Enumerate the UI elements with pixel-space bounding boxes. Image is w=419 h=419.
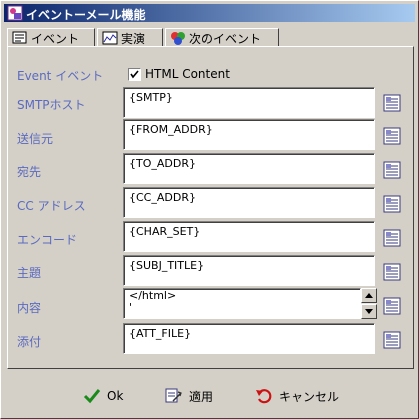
ok-button[interactable]: Ok <box>83 384 123 408</box>
encoding-edit-icon[interactable] <box>382 228 402 248</box>
encoding-label: エンコード <box>17 233 78 247</box>
tab-event[interactable]: イベント <box>7 28 95 47</box>
cc-label: CC アドレス <box>17 199 86 213</box>
apply-icon <box>165 388 182 403</box>
event-tab-icon <box>12 31 27 44</box>
apply-label: 適用 <box>189 389 214 404</box>
to-edit-icon[interactable] <box>382 160 402 180</box>
tab-demo[interactable]: 実演 <box>97 28 163 47</box>
tab-next-event[interactable]: 次のイベント <box>165 28 279 47</box>
smtp-host-label: SMTPホスト <box>17 98 86 112</box>
tab-demo-label: 実演 <box>121 31 146 46</box>
to-field[interactable]: {TO_ADDR} <box>123 153 375 184</box>
content-field[interactable]: </html> ' <box>123 288 361 319</box>
cc-edit-icon[interactable] <box>382 194 402 214</box>
tab-next-event-label: 次のイベント <box>189 31 262 46</box>
title-bar[interactable]: イベントーメール機能 <box>4 4 415 22</box>
cancel-button[interactable]: キャンセル <box>255 384 339 408</box>
subject-edit-icon[interactable] <box>382 262 402 282</box>
undo-arrow-icon <box>256 389 272 404</box>
subject-label: 主題 <box>17 266 42 280</box>
html-content-checkbox[interactable] <box>128 67 141 81</box>
content-label: 内容 <box>17 301 42 315</box>
from-label: 送信元 <box>17 132 54 146</box>
scroll-down-button[interactable] <box>361 304 377 319</box>
from-field[interactable]: {FROM_ADDR} <box>123 119 375 150</box>
attach-label: 添付 <box>17 335 42 349</box>
subject-field[interactable]: {SUBJ_TITLE} <box>123 255 375 286</box>
attach-edit-icon[interactable] <box>382 330 402 350</box>
cc-field[interactable]: {CC_ADDR} <box>123 187 375 218</box>
content-edit-icon[interactable] <box>382 296 402 316</box>
checkmark-icon <box>130 69 139 78</box>
smtp-host-field[interactable]: {SMTP} <box>123 87 375 118</box>
encoding-field[interactable]: {CHAR_SET} <box>123 221 375 252</box>
attach-field[interactable]: {ATT_FILE} <box>123 323 375 354</box>
arrow-up-icon <box>365 293 373 298</box>
window-title: イベントーメール機能 <box>26 8 146 22</box>
scroll-up-button[interactable] <box>361 288 377 303</box>
content-scrollbar[interactable] <box>361 288 377 319</box>
cancel-label: キャンセル <box>279 389 340 404</box>
arrow-down-icon <box>365 309 373 314</box>
event-label: Event イベント <box>17 69 104 83</box>
event-mail-dialog: イベントーメール機能 イベント 実演 次のイベント Event イベント HTM… <box>0 0 419 419</box>
from-edit-icon[interactable] <box>382 126 402 146</box>
html-content-label: HTML Content <box>145 67 230 81</box>
to-label: 宛先 <box>17 165 42 179</box>
check-icon <box>83 389 101 404</box>
next-event-tab-icon <box>171 32 185 45</box>
demo-tab-icon <box>102 31 118 45</box>
tab-strip: イベント 実演 次のイベント <box>7 28 415 47</box>
app-icon <box>7 5 23 21</box>
smtp-host-edit-icon[interactable] <box>382 93 402 113</box>
html-content-option[interactable]: HTML Content <box>128 67 230 81</box>
apply-button[interactable]: 適用 <box>163 384 213 408</box>
ok-label: Ok <box>107 389 124 403</box>
tab-event-label: イベント <box>31 31 80 46</box>
